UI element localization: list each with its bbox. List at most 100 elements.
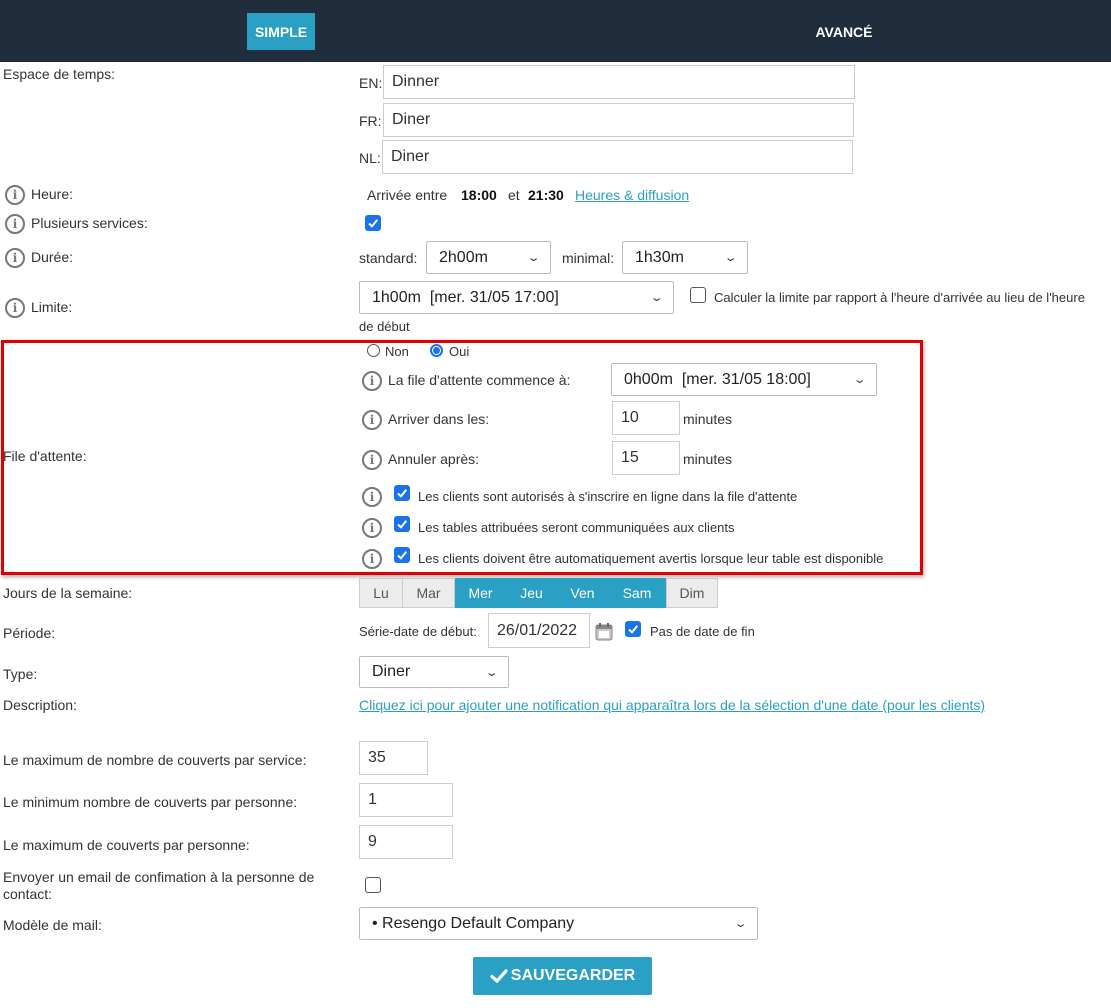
limit-select[interactable]: 1h00m [mer. 31/05 17:00] ⌄: [359, 281, 674, 314]
chevron-down-icon: ⌄: [723, 252, 738, 264]
waitlist-starts-select[interactable]: 0h00m [mer. 31/05 18:00] ⌄: [611, 363, 877, 396]
duration-standard-value: 2h00m: [439, 248, 488, 266]
max-covers-person-label: Le maximum de couverts par personne:: [3, 837, 250, 853]
waitlist-starts-value: 0h00m [mer. 31/05 18:00]: [624, 370, 811, 388]
waitlist-cancel-label: Annuler après:: [388, 451, 480, 467]
top-navigation-bar: [0, 0, 1111, 62]
duration-standard-label: standard:: [359, 250, 418, 266]
info-icon[interactable]: i: [5, 185, 25, 205]
info-icon[interactable]: i: [362, 410, 382, 430]
info-icon[interactable]: i: [5, 214, 25, 234]
mail-template-value: • Resengo Default Company: [372, 914, 575, 932]
day-button-dim[interactable]: Dim: [666, 578, 718, 608]
type-label: Type:: [3, 666, 38, 682]
checkmark-icon: [368, 219, 379, 228]
limit-calc-label: Calculer la limite par rapport à l'heure…: [714, 290, 1085, 305]
waitlist-radio-yes[interactable]: [430, 344, 443, 357]
min-covers-person-input[interactable]: 1: [359, 783, 453, 817]
day-button-lu[interactable]: Lu: [359, 578, 403, 608]
time-space-label: Espace de temps:: [3, 66, 116, 82]
waitlist-cancel-unit: minutes: [683, 451, 733, 467]
waitlist-tables-label: Les tables attribuées seront communiquée…: [418, 520, 735, 535]
checkmark-icon: [628, 625, 639, 634]
info-icon[interactable]: i: [362, 371, 382, 391]
day-button-mar[interactable]: Mar: [402, 578, 455, 608]
mail-template-label: Modèle de mail:: [3, 917, 102, 933]
max-covers-person-input[interactable]: 9: [359, 825, 453, 859]
tab-simple[interactable]: SIMPLE: [247, 13, 315, 50]
duration-minimal-value: 1h30m: [635, 248, 684, 266]
time-space-fr-input[interactable]: Diner: [383, 103, 854, 137]
period-label: Période:: [3, 625, 56, 641]
calendar-icon[interactable]: [595, 622, 613, 641]
period-start-label: Série-date de début:: [359, 624, 477, 639]
waitlist-radio-no[interactable]: [367, 344, 380, 357]
confirmation-email-label-cont: contact:: [3, 886, 53, 902]
chevron-down-icon: ⌄: [484, 666, 499, 679]
save-button[interactable]: SAUVEGARDER: [473, 957, 652, 995]
day-button-mer[interactable]: Mer: [455, 578, 506, 608]
weekdays-label: Jours de la semaine:: [3, 585, 133, 601]
chevron-down-icon: ⌄: [733, 918, 748, 930]
waitlist-cancel-input[interactable]: 15: [612, 441, 680, 475]
duration-standard-select[interactable]: 2h00m ⌄: [426, 241, 551, 274]
no-end-date-checkbox[interactable]: [625, 621, 641, 637]
waitlist-online-checkbox[interactable]: [394, 485, 410, 501]
chevron-down-icon: ⌄: [526, 252, 541, 264]
duration-minimal-label: minimal:: [562, 250, 615, 266]
info-icon[interactable]: i: [362, 450, 382, 470]
info-icon[interactable]: i: [5, 298, 25, 318]
waitlist-radio-yes-label: Oui: [449, 344, 470, 359]
checkmark-icon: [490, 969, 508, 984]
limit-label: Limite:: [31, 299, 73, 315]
hour-and: et: [508, 187, 520, 203]
min-covers-person-label: Le minimum nombre de couverts par person…: [3, 794, 298, 810]
checkmark-icon: [397, 489, 408, 498]
checkmark-icon: [397, 551, 408, 560]
duration-minimal-select[interactable]: 1h30m ⌄: [622, 241, 748, 274]
type-value: Diner: [372, 663, 411, 680]
day-button-ven[interactable]: Ven: [557, 578, 608, 608]
waitlist-label: File d'attente:: [3, 448, 87, 464]
time-space-nl-input[interactable]: Diner: [382, 140, 853, 174]
waitlist-radio-no-label: Non: [385, 344, 409, 359]
multiple-services-label: Plusieurs services:: [31, 215, 148, 231]
hour-from: 18:00: [461, 187, 497, 203]
type-select[interactable]: Diner ⌄: [359, 656, 509, 688]
description-label: Description:: [3, 697, 77, 713]
waitlist-tables-checkbox[interactable]: [394, 516, 410, 532]
info-icon[interactable]: i: [362, 518, 382, 538]
tab-advanced[interactable]: AVANCÉ: [790, 13, 898, 50]
limit-calc-checkbox[interactable]: [690, 287, 706, 303]
waitlist-notify-checkbox[interactable]: [394, 547, 410, 563]
checkmark-icon: [397, 520, 408, 529]
hours-broadcast-link[interactable]: Heures & diffusion: [575, 187, 689, 203]
mail-template-select[interactable]: • Resengo Default Company ⌄: [359, 907, 758, 940]
lang-code-en: EN:: [359, 75, 383, 91]
day-button-jeu[interactable]: Jeu: [506, 578, 557, 608]
waitlist-arrive-unit: minutes: [683, 411, 733, 427]
info-icon[interactable]: i: [362, 549, 382, 569]
waitlist-notify-label: Les clients doivent être automatiquement…: [418, 551, 884, 566]
confirmation-email-checkbox[interactable]: [365, 877, 381, 893]
chevron-down-icon: ⌄: [852, 374, 867, 386]
max-covers-service-label: Le maximum de nombre de couverts par ser…: [3, 752, 307, 768]
limit-calc-label-cont: de début: [359, 319, 410, 334]
save-button-label: SAUVEGARDER: [510, 967, 636, 984]
time-space-en-input[interactable]: Dinner: [383, 65, 855, 99]
hour-to: 21:30: [528, 187, 564, 203]
description-notification-link[interactable]: Cliquez ici pour ajouter une notificatio…: [359, 697, 985, 713]
multiple-services-checkbox[interactable]: [365, 215, 381, 231]
max-covers-service-input[interactable]: 35: [359, 741, 428, 775]
waitlist-arrive-input[interactable]: 10: [612, 401, 680, 435]
confirmation-email-label: Envoyer un email de confimation à la per…: [3, 869, 315, 885]
info-icon[interactable]: i: [362, 487, 382, 507]
day-button-sam[interactable]: Sam: [608, 578, 666, 608]
period-start-date-input[interactable]: 26/01/2022: [488, 613, 590, 648]
duration-label: Durée:: [31, 249, 74, 265]
lang-code-nl: NL:: [359, 150, 381, 166]
no-end-date-label: Pas de date de fin: [650, 624, 755, 639]
chevron-down-icon: ⌄: [649, 292, 664, 304]
info-icon[interactable]: i: [5, 248, 25, 268]
lang-code-fr: FR:: [359, 113, 382, 129]
